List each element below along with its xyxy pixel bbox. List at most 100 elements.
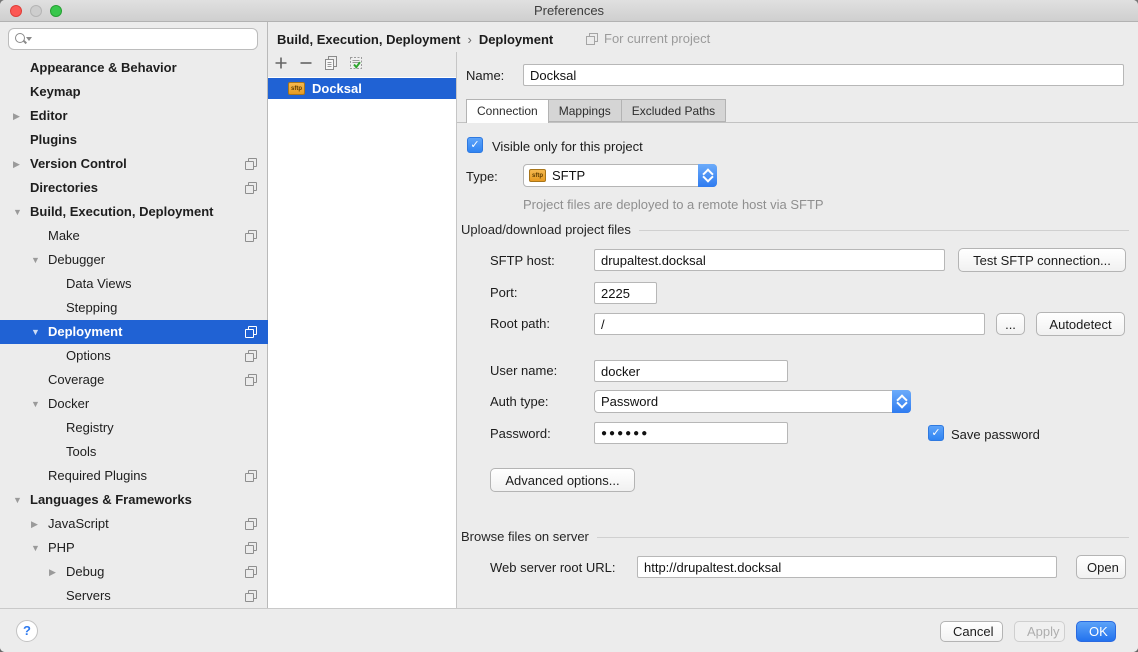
sidebar-item-label: Required Plugins [48,468,147,483]
minus-icon [298,55,314,71]
sidebar-item-label: Data Views [66,276,132,291]
sidebar-item-debug[interactable]: ▶ Debug [0,560,268,584]
tab-connection[interactable]: Connection [466,99,549,123]
project-settings-icon [245,590,257,602]
visible-only-label: Visible only for this project [492,139,643,154]
tree-collapsed-arrow-icon[interactable]: ▶ [31,512,38,536]
dropdown-stepper-icon [698,164,717,187]
tree-expanded-arrow-icon[interactable]: ▼ [31,536,40,560]
server-item-docksal[interactable]: sftp Docksal [268,78,456,99]
add-server-button[interactable] [273,55,289,71]
password-field[interactable] [594,422,788,444]
root-path-field[interactable] [594,313,985,335]
ok-button[interactable]: OK [1076,621,1116,642]
tab-mappings[interactable]: Mappings [549,99,622,122]
sidebar-item-appearance-behavior[interactable]: Appearance & Behavior [0,56,268,80]
settings-sidebar: Appearance & BehaviorKeymap▶EditorPlugin… [0,22,268,608]
sidebar-item-label: Deployment [48,324,122,339]
sidebar-item-servers[interactable]: Servers [0,584,268,608]
project-settings-icon [245,230,257,242]
browse-root-path-button[interactable]: ... [996,313,1025,335]
sidebar-item-debugger[interactable]: ▼Debugger [0,248,268,272]
name-label: Name: [466,68,504,83]
user-name-label: User name: [490,363,557,378]
remove-server-button[interactable] [298,55,314,71]
sidebar-item-plugins[interactable]: Plugins [0,128,268,152]
port-field[interactable] [594,282,657,304]
sidebar-item-data-views[interactable]: Data Views [0,272,268,296]
copy-server-button[interactable] [323,55,339,71]
open-button[interactable]: Open [1076,555,1126,579]
tree-collapsed-arrow-icon[interactable]: ▶ [13,152,20,176]
type-value: SFTP [552,168,698,183]
sidebar-item-label: Servers [66,588,111,603]
sidebar-item-editor[interactable]: ▶ Editor [0,104,268,128]
tree-expanded-arrow-icon[interactable]: ▼ [31,320,40,344]
cancel-button[interactable]: Cancel [940,621,1003,642]
sidebar-item-directories[interactable]: Directories [0,176,268,200]
use-as-default-button[interactable] [348,55,364,71]
type-label: Type: [466,169,498,184]
sidebar-item-php[interactable]: ▼PHP [0,536,268,560]
project-settings-icon [245,158,257,170]
project-settings-icon [245,326,257,338]
test-sftp-connection-button[interactable]: Test SFTP connection... [958,248,1126,272]
type-dropdown[interactable]: sftp SFTP [523,164,717,187]
breadcrumb-parent[interactable]: Build, Execution, Deployment [277,32,460,47]
sidebar-item-tools[interactable]: Tools [0,440,268,464]
name-field[interactable] [523,64,1124,86]
sftp-icon: sftp [288,82,305,95]
tree-expanded-arrow-icon[interactable]: ▼ [13,488,22,512]
server-list-toolbar [273,55,364,71]
sftp-host-field[interactable] [594,249,945,271]
sidebar-item-label: Editor [30,108,68,123]
web-root-field[interactable] [637,556,1057,578]
sidebar-item-label: Debug [66,564,104,579]
settings-search-box[interactable] [8,28,258,50]
sftp-host-label: SFTP host: [490,253,555,268]
visible-only-checkbox[interactable]: ✓ [467,137,483,153]
sidebar-item-coverage[interactable]: Coverage [0,368,268,392]
sidebar-item-label: Directories [30,180,98,195]
sidebar-item-registry[interactable]: Registry [0,416,268,440]
copy-icon [323,55,339,71]
tree-collapsed-arrow-icon[interactable]: ▶ [13,104,20,128]
sidebar-item-label: JavaScript [48,516,109,531]
sidebar-item-docker[interactable]: ▼Docker [0,392,268,416]
tab-excluded-paths[interactable]: Excluded Paths [622,99,726,122]
use-as-default-icon [348,55,364,71]
tree-expanded-arrow-icon[interactable]: ▼ [31,392,40,416]
sidebar-item-options[interactable]: Options [0,344,268,368]
autodetect-button[interactable]: Autodetect [1036,312,1125,336]
search-input[interactable] [32,30,257,48]
sidebar-item-required-plugins[interactable]: Required Plugins [0,464,268,488]
apply-button[interactable]: Apply [1014,621,1065,642]
auth-type-dropdown[interactable]: Password [594,390,911,413]
tree-collapsed-arrow-icon[interactable]: ▶ [49,560,56,584]
server-list: sftp Docksal [268,77,456,608]
sidebar-item-stepping[interactable]: Stepping [0,296,268,320]
sidebar-item-deployment[interactable]: ▼ Deployment [0,320,268,344]
save-password-checkbox[interactable]: ✓ [928,425,944,441]
deployment-form: Name: ConnectionMappingsExcluded Paths ✓… [457,22,1138,608]
sidebar-item-version-control[interactable]: ▶Version Control [0,152,268,176]
advanced-options-button[interactable]: Advanced options... [490,468,635,492]
auth-type-label: Auth type: [490,394,549,409]
tree-expanded-arrow-icon[interactable]: ▼ [13,200,22,224]
help-button[interactable]: ? [16,620,38,642]
auth-type-value: Password [601,394,892,409]
user-name-field[interactable] [594,360,788,382]
sidebar-item-keymap[interactable]: Keymap [0,80,268,104]
sidebar-item-javascript[interactable]: ▶ JavaScript [0,512,268,536]
dropdown-stepper-icon [892,390,911,413]
tree-expanded-arrow-icon[interactable]: ▼ [31,248,40,272]
dialog-footer: ? Cancel Apply OK [0,608,1138,652]
project-settings-icon [245,350,257,362]
sidebar-item-languages-frameworks[interactable]: ▼Languages & Frameworks [0,488,268,512]
sidebar-item-label: Plugins [30,132,77,147]
sidebar-item-build-execution-deployment[interactable]: ▼Build, Execution, Deployment [0,200,268,224]
sidebar-item-make[interactable]: Make [0,224,268,248]
sidebar-item-label: Registry [66,420,114,435]
sftp-icon: sftp [529,169,546,182]
sidebar-item-label: Make [48,228,80,243]
